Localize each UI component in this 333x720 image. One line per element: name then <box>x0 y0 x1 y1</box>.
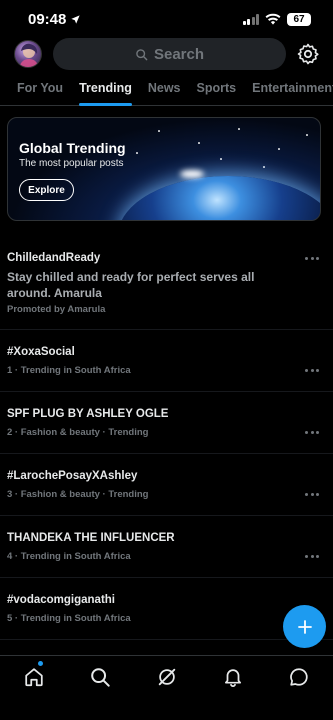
earth-illustration <box>118 176 320 220</box>
bottom-navigation <box>0 655 333 720</box>
search-icon <box>136 48 148 60</box>
trend-meta: 4 · Trending in South Africa <box>7 551 131 562</box>
trend-meta: 5 · Trending in South Africa <box>7 613 131 624</box>
list-item[interactable]: #LarochePosayXAshley 3 · Fashion & beaut… <box>0 454 333 516</box>
trend-meta: 2 · Fashion & beauty · Trending <box>7 427 149 438</box>
explore-button[interactable]: Explore <box>19 179 74 201</box>
tab-news[interactable]: News <box>140 70 189 106</box>
trend-meta: 1 · Trending in South Africa <box>7 365 131 376</box>
trend-title: THANDEKA THE INFLUENCER <box>7 532 175 544</box>
search-placeholder: Search <box>153 45 205 63</box>
more-options-icon[interactable] <box>305 256 319 260</box>
header: Search <box>0 38 333 70</box>
trend-title: ChilledandReady <box>7 252 101 264</box>
more-options-icon[interactable] <box>305 492 319 496</box>
trend-title: #LarochePosayXAshley <box>7 470 138 482</box>
tab-for-you[interactable]: For You <box>9 70 71 106</box>
status-indicators: 67 <box>242 12 311 26</box>
notifications-icon[interactable] <box>222 666 244 688</box>
list-item[interactable]: THANDEKA THE INFLUENCER 4 · Trending in … <box>0 516 333 578</box>
avatar[interactable] <box>14 40 42 68</box>
search-icon[interactable] <box>89 666 111 688</box>
avatar-image-icon <box>19 43 39 67</box>
home-notification-dot <box>38 661 43 666</box>
more-options-icon[interactable] <box>305 368 319 372</box>
explore-tabs: For You Trending News Sports Entertainme… <box>0 70 333 106</box>
trend-meta: 3 · Fashion & beauty · Trending <box>7 489 149 500</box>
battery-indicator: 67 <box>287 12 311 26</box>
tab-trending[interactable]: Trending <box>71 70 140 106</box>
location-arrow-icon <box>71 14 80 24</box>
grok-icon[interactable] <box>156 666 178 688</box>
gear-icon[interactable] <box>296 42 320 66</box>
plus-icon <box>297 619 312 634</box>
compose-post-button[interactable] <box>283 605 326 648</box>
promoted-trend[interactable]: ChilledandReady Stay chilled and ready f… <box>0 240 333 330</box>
more-options-icon[interactable] <box>305 554 319 558</box>
global-trending-banner[interactable]: Global Trending The most popular posts E… <box>7 117 321 221</box>
home-icon[interactable] <box>23 666 45 688</box>
tab-entertainment[interactable]: Entertainment <box>244 70 333 106</box>
messages-icon[interactable] <box>288 666 310 688</box>
more-options-icon[interactable] <box>305 430 319 434</box>
banner-subtitle: The most popular posts <box>19 158 124 169</box>
cellular-signal-icon <box>242 13 259 25</box>
banner-title: Global Trending <box>19 140 126 156</box>
promoted-description: Stay chilled and ready for perfect serve… <box>7 270 255 300</box>
list-item[interactable]: #XoxaSocial 1 · Trending in South Africa <box>0 330 333 392</box>
promoted-label: Promoted by Amarula <box>7 304 106 315</box>
search-input[interactable]: Search <box>53 38 286 70</box>
trend-title: SPF PLUG BY ASHLEY OGLE <box>7 408 169 420</box>
wifi-icon <box>265 13 281 25</box>
list-item[interactable]: SPF PLUG BY ASHLEY OGLE 2 · Fashion & be… <box>0 392 333 454</box>
trend-title: #XoxaSocial <box>7 346 75 358</box>
clock-text: 09:48 <box>28 10 67 28</box>
status-time: 09:48 <box>28 11 81 28</box>
trend-title: #vodacomgiganathi <box>7 594 115 606</box>
status-bar: 09:48 67 <box>0 0 333 38</box>
tab-sports[interactable]: Sports <box>189 70 245 106</box>
